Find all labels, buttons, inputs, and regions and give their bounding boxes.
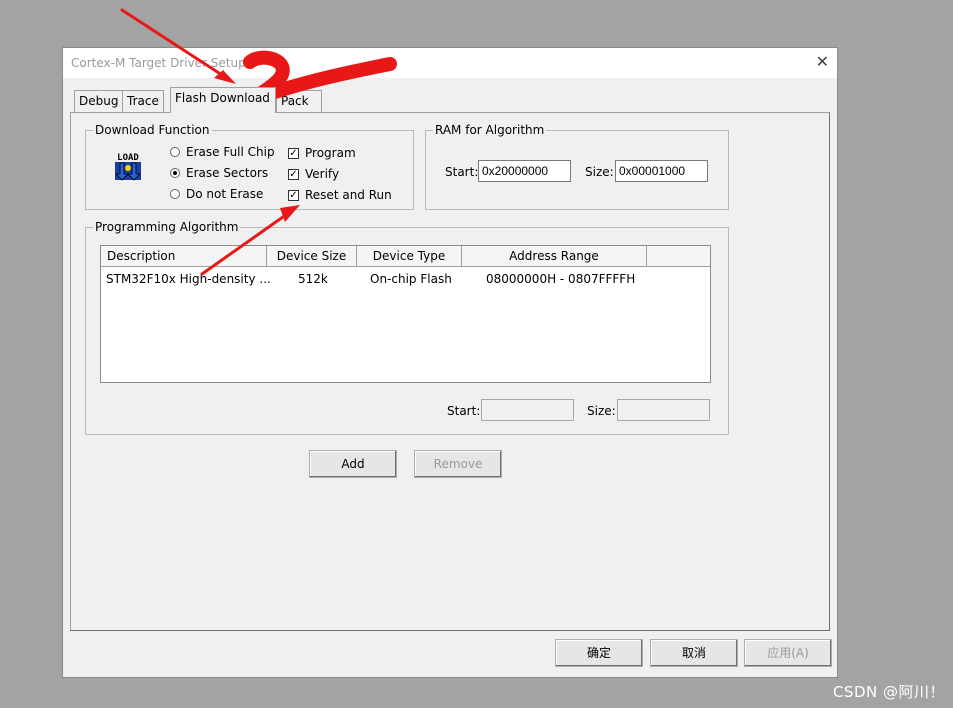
download-function-title: Download Function — [93, 123, 212, 137]
ok-button[interactable]: 确定 — [555, 639, 643, 667]
ram-size-label: Size: — [585, 165, 614, 179]
list-header: Description Device Size Device Type Addr… — [101, 246, 710, 267]
reset-and-run-label: Reset and Run — [305, 188, 392, 202]
add-button[interactable]: Add — [309, 450, 397, 478]
column-device-type[interactable]: Device Type — [357, 246, 462, 266]
load-icon-text: LOAD — [117, 153, 139, 163]
title-bar: Cortex-M Target Driver Setup ✕ — [63, 48, 837, 78]
tab-pack[interactable]: Pack — [276, 90, 322, 112]
close-icon[interactable]: ✕ — [816, 52, 829, 71]
column-description[interactable]: Description — [101, 246, 267, 266]
tab-flash-download[interactable]: Flash Download — [170, 87, 276, 113]
algo-size-input[interactable] — [617, 399, 710, 421]
watermark: CSDN @阿川！ — [832, 683, 945, 701]
algo-start-label: Start: — [447, 404, 481, 418]
window-title: Cortex-M Target Driver Setup — [71, 56, 246, 70]
remove-button[interactable]: Remove — [414, 450, 502, 478]
row-description: STM32F10x High-density ... — [106, 272, 271, 286]
erase-full-chip-radio[interactable]: Erase Full Chip — [170, 145, 275, 159]
programming-algorithm-title: Programming Algorithm — [93, 220, 241, 234]
column-address-range[interactable]: Address Range — [462, 246, 647, 266]
check-mark-icon: ✓ — [288, 147, 299, 159]
radio-indicator-selected — [170, 168, 180, 178]
column-device-size[interactable]: Device Size — [267, 246, 357, 266]
algo-size-label: Size: — [587, 404, 616, 418]
tab-debug[interactable]: Debug — [74, 90, 124, 112]
check-mark-icon: ✓ — [288, 189, 299, 201]
check-mark-icon: ✓ — [288, 168, 299, 180]
load-icon: LOAD — [112, 150, 144, 182]
erase-full-chip-label: Erase Full Chip — [186, 145, 275, 159]
radio-indicator — [170, 147, 180, 157]
apply-button[interactable]: 应用(A) — [744, 639, 832, 667]
ram-size-input[interactable] — [615, 160, 708, 182]
row-address-range: 08000000H - 0807FFFFH — [486, 272, 636, 286]
tab-trace[interactable]: Trace — [122, 90, 164, 112]
radio-indicator — [170, 189, 180, 199]
do-not-erase-radio[interactable]: Do not Erase — [170, 187, 263, 201]
cancel-button[interactable]: 取消 — [650, 639, 738, 667]
ram-start-label: Start: — [445, 165, 479, 179]
erase-sectors-label: Erase Sectors — [186, 166, 269, 180]
algorithm-list[interactable]: Description Device Size Device Type Addr… — [100, 245, 711, 383]
ram-for-algorithm-title: RAM for Algorithm — [433, 123, 547, 137]
program-label: Program — [305, 146, 356, 160]
row-device-type: On-chip Flash — [370, 272, 452, 286]
algo-start-input[interactable] — [481, 399, 574, 421]
ram-start-input[interactable] — [478, 160, 571, 182]
reset-and-run-checkbox[interactable]: ✓ Reset and Run — [288, 188, 392, 202]
do-not-erase-label: Do not Erase — [186, 187, 264, 201]
erase-sectors-radio[interactable]: Erase Sectors — [170, 166, 268, 180]
verify-checkbox[interactable]: ✓ Verify — [288, 167, 339, 181]
program-checkbox[interactable]: ✓ Program — [288, 146, 356, 160]
verify-label: Verify — [305, 167, 340, 181]
row-device-size: 512k — [298, 272, 328, 286]
